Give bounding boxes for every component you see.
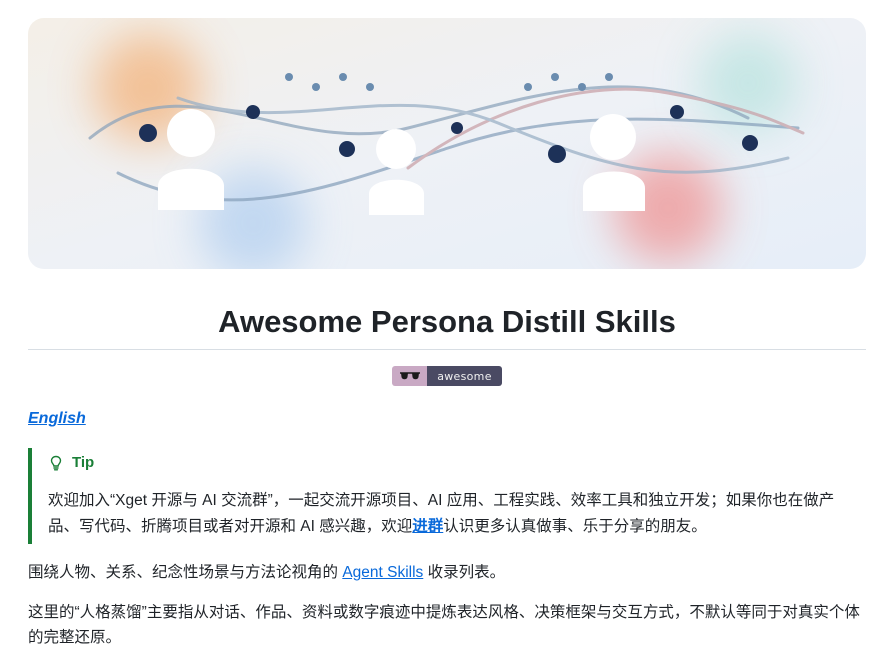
tip-text: 欢迎加入“Xget 开源与 AI 交流群”，一起交流开源项目、AI 应用、工程实… (48, 488, 858, 540)
join-group-link[interactable]: 进群 (412, 518, 443, 535)
intro-text-before: 围绕人物、关系、纪念性场景与方法论视角的 (28, 564, 343, 581)
tip-callout: Tip 欢迎加入“Xget 开源与 AI 交流群”，一起交流开源项目、AI 应用… (28, 448, 866, 544)
lightbulb-icon (50, 455, 62, 470)
awesome-badge[interactable]: awesome (392, 366, 502, 386)
tip-text-after: 认识更多认真做事、乐于分享的朋友。 (443, 518, 707, 535)
agent-skills-link[interactable]: Agent Skills (342, 564, 423, 581)
hero-illustration (28, 18, 866, 269)
title-divider (28, 349, 866, 350)
english-link[interactable]: English (28, 410, 86, 428)
intro-text-after: 收录列表。 (423, 564, 506, 581)
badge-label: awesome (427, 366, 502, 386)
intro-paragraph: 围绕人物、关系、纪念性场景与方法论视角的 Agent Skills 收录列表。 (28, 561, 866, 585)
note-paragraph: 这里的“人格蒸馏”主要指从对话、作品、资料或数字痕迹中提炼表达风格、决策框架与交… (28, 604, 860, 646)
hero-banner (28, 18, 866, 269)
sunglasses-icon (392, 366, 427, 386)
page-title: Awesome Persona Distill Skills (218, 304, 676, 339)
tip-header: Tip (48, 454, 94, 471)
tip-label: Tip (72, 454, 95, 471)
